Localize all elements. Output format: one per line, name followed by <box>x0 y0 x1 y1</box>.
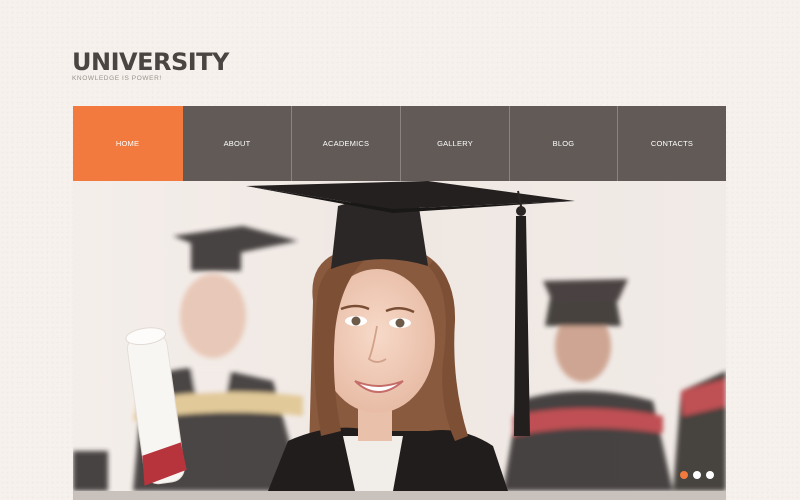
site-tagline: KNOWLEDGE IS POWER! <box>72 75 162 82</box>
nav-item-about[interactable]: ABOUT <box>183 106 292 181</box>
hero-slider[interactable] <box>73 181 726 491</box>
graduate-photo <box>73 181 726 491</box>
slider-dots <box>680 471 714 479</box>
main-nav: HOME ABOUT ACADEMICS GALLERY BLOG CONTAC… <box>73 106 726 181</box>
content-bar <box>73 491 726 500</box>
nav-item-academics[interactable]: ACADEMICS <box>292 106 401 181</box>
site-header: UNIVERSITY KNOWLEDGE IS POWER! <box>72 48 229 82</box>
nav-item-blog[interactable]: BLOG <box>510 106 618 181</box>
nav-item-gallery[interactable]: GALLERY <box>401 106 510 181</box>
slider-dot-3[interactable] <box>706 471 714 479</box>
slider-dot-1[interactable] <box>680 471 688 479</box>
nav-item-home[interactable]: HOME <box>73 106 183 181</box>
site-logo[interactable]: UNIVERSITY <box>72 48 229 76</box>
slider-dot-2[interactable] <box>693 471 701 479</box>
nav-item-contacts[interactable]: CONTACTS <box>618 106 726 181</box>
